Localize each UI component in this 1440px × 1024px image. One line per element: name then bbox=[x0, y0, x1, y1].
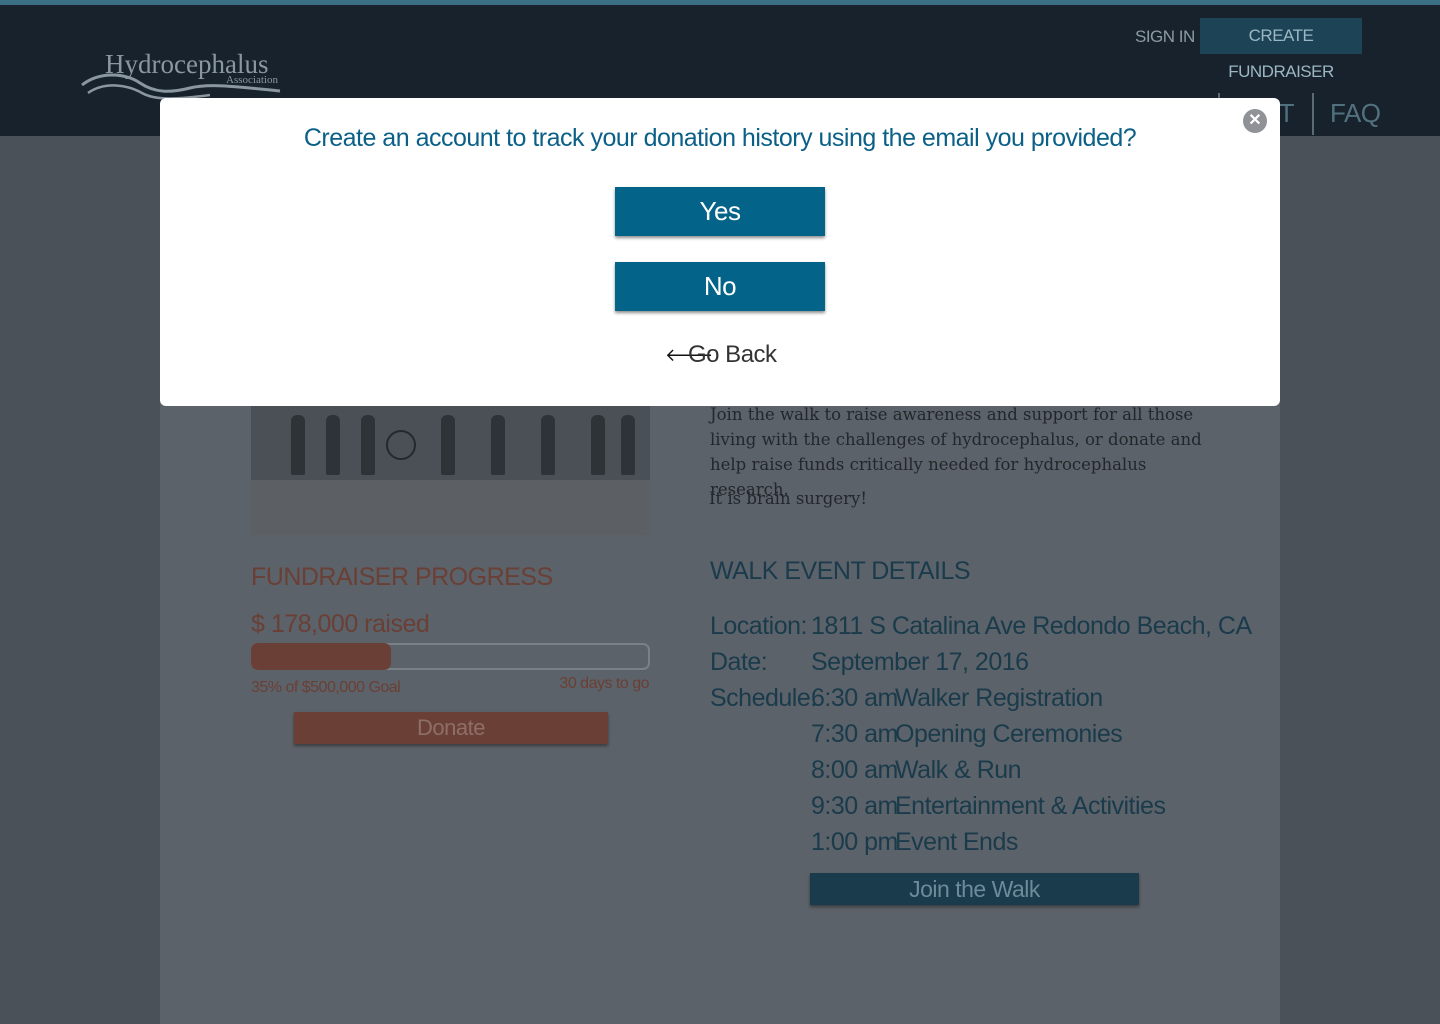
close-icon: ✕ bbox=[1248, 112, 1262, 129]
create-account-modal: Create an account to track your donation… bbox=[160, 98, 1280, 406]
date-label: Date: bbox=[710, 648, 768, 676]
logo-subtext: Association bbox=[226, 74, 278, 86]
schedule-activity: Walker Registration bbox=[895, 684, 1103, 712]
photo-walker bbox=[326, 415, 340, 475]
photo-wheelchair bbox=[386, 430, 416, 460]
schedule-activity: Opening Ceremonies bbox=[895, 720, 1123, 748]
walk-event-details-title: WALK EVENT DETAILS bbox=[710, 557, 971, 585]
schedule-time: 9:30 am bbox=[811, 792, 898, 820]
photo-walker bbox=[361, 415, 375, 475]
close-button[interactable]: ✕ bbox=[1243, 109, 1267, 133]
photo-walker bbox=[491, 415, 505, 475]
days-to-go: 30 days to go bbox=[559, 675, 649, 692]
event-tagline: It is brain surgery! bbox=[709, 489, 867, 508]
photo-road bbox=[251, 480, 650, 535]
photo-walker bbox=[621, 415, 635, 475]
progress-bar-fill bbox=[251, 643, 391, 670]
site-logo[interactable]: Hydrocephalus Association bbox=[80, 43, 290, 103]
schedule-time: 6:30 am bbox=[811, 684, 898, 712]
photo-walker bbox=[541, 415, 555, 475]
schedule-time: 1:00 pm bbox=[811, 828, 898, 856]
schedule-activity: Event Ends bbox=[895, 828, 1018, 856]
location-value: 1811 S Catalina Ave Redondo Beach, CA bbox=[811, 612, 1252, 640]
raised-amount: $ 178,000 raised bbox=[251, 610, 430, 638]
photo-walker bbox=[441, 415, 455, 475]
schedule-activity: Walk & Run bbox=[895, 756, 1022, 784]
schedule-activity: Entertainment & Activities bbox=[895, 792, 1166, 820]
fundraiser-progress-title: FUNDRAISER PROGRESS bbox=[251, 563, 553, 591]
schedule-time: 7:30 am bbox=[811, 720, 898, 748]
create-fundraiser-button[interactable]: CREATE FUNDRAISER bbox=[1200, 18, 1362, 81]
donate-button[interactable]: Donate bbox=[294, 712, 608, 744]
location-label: Location: bbox=[710, 612, 807, 640]
go-back-label: Go Back bbox=[688, 341, 777, 368]
arrow-left-icon: 🡐 bbox=[665, 345, 713, 365]
yes-button[interactable]: Yes bbox=[615, 187, 825, 236]
no-button[interactable]: No bbox=[615, 262, 825, 311]
logo-mark: Hydrocephalus Association bbox=[81, 49, 281, 100]
nav-faq[interactable]: FAQ bbox=[1330, 93, 1381, 133]
join-the-walk-button[interactable]: Join the Walk bbox=[810, 873, 1139, 905]
schedule-label: Schedule: bbox=[710, 684, 817, 712]
schedule-time: 8:00 am bbox=[811, 756, 898, 784]
date-value: September 17, 2016 bbox=[811, 648, 1029, 676]
photo-walker bbox=[291, 415, 305, 475]
go-back-link[interactable]: 🡐 Go Back bbox=[665, 338, 865, 372]
sign-in-link[interactable]: SIGN IN bbox=[1135, 27, 1195, 47]
modal-title: Create an account to track your donation… bbox=[303, 124, 1137, 152]
photo-walker bbox=[591, 415, 605, 475]
percent-of-goal: 35% of $500,000 Goal bbox=[251, 679, 401, 696]
